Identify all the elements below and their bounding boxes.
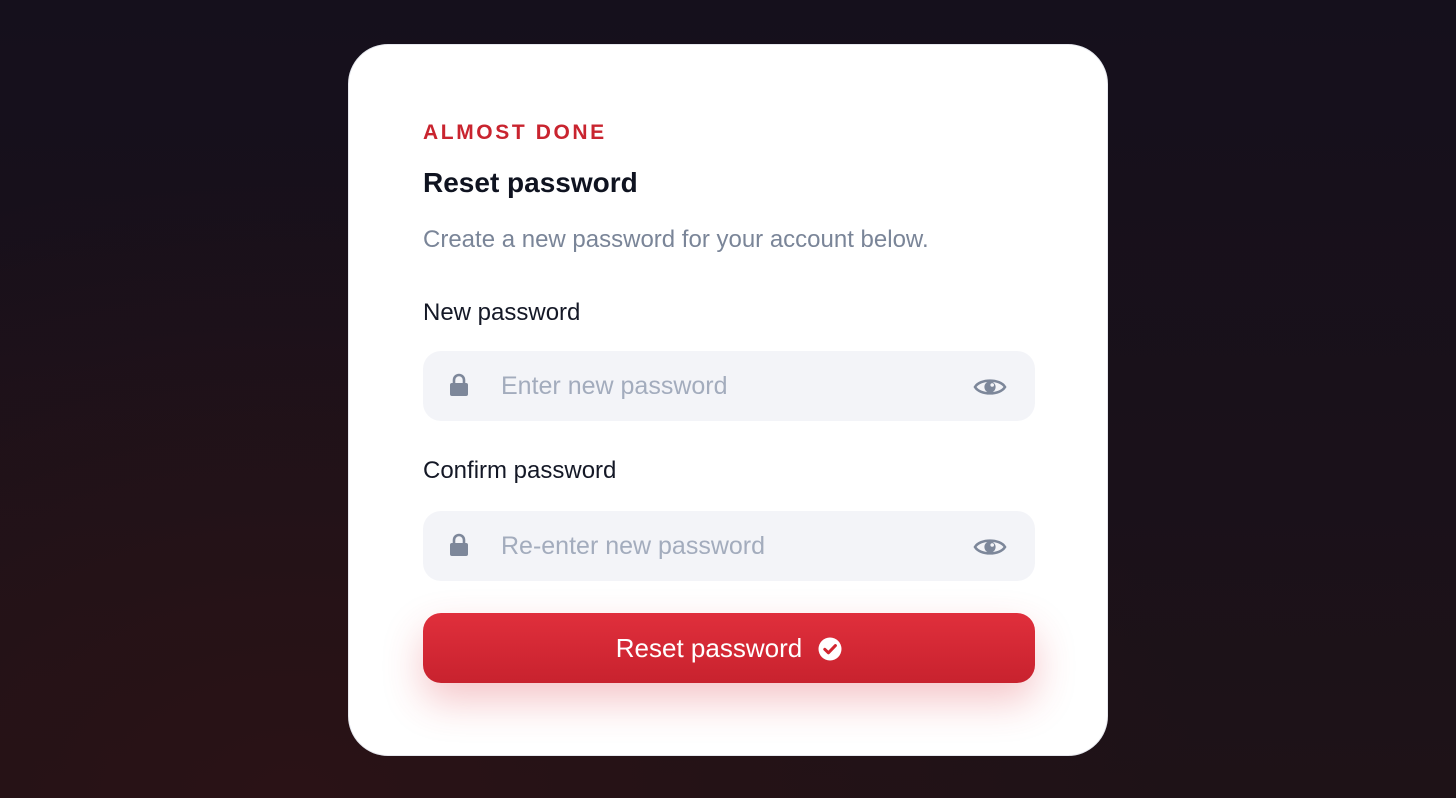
lock-icon <box>450 373 468 396</box>
eye-icon[interactable] <box>973 535 1007 559</box>
eye-icon[interactable] <box>973 375 1007 399</box>
page-title: Reset password <box>423 167 638 198</box>
check-circle-icon <box>818 637 842 661</box>
confirm-password-field <box>423 511 1035 581</box>
new-password-field <box>423 351 1035 421</box>
new-password-input[interactable] <box>501 351 941 421</box>
confirm-password-input[interactable] <box>501 511 941 581</box>
new-password-label: New password <box>423 299 581 326</box>
confirm-password-label: Confirm password <box>423 457 617 484</box>
reset-password-button[interactable]: Reset password <box>423 613 1035 683</box>
reset-password-card: ALMOST DONE Reset password Create a new … <box>348 44 1108 756</box>
page-subtitle: Create a new password for your account b… <box>423 226 929 253</box>
eyebrow-label: ALMOST DONE <box>423 121 607 144</box>
lock-icon <box>450 533 468 556</box>
reset-password-button-label: Reset password <box>615 632 803 663</box>
